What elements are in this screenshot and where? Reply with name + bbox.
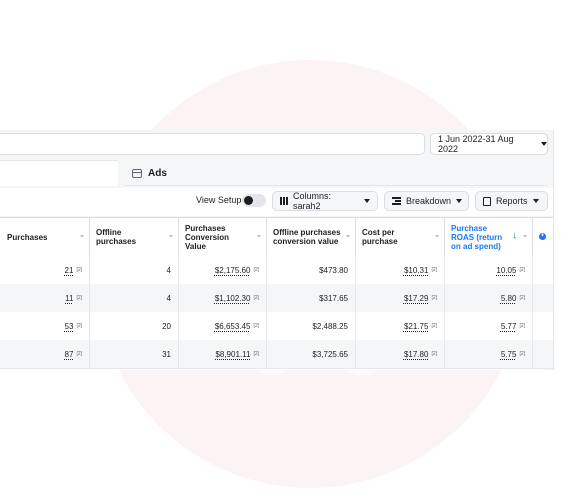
sort-icon	[523, 235, 527, 238]
cell-offline-purchases: 4	[166, 265, 171, 275]
tab-ad-sets[interactable]	[0, 160, 118, 186]
cell-offline-purchases: 20	[162, 321, 171, 331]
footnote-marker: [2]	[431, 323, 437, 329]
cell-roas: 5.75	[500, 349, 517, 359]
chevron-down-icon	[532, 199, 539, 203]
chevron-down-icon	[456, 199, 463, 203]
reports-label: Reports	[496, 196, 528, 206]
footnote-marker: [2]	[431, 295, 437, 301]
columns-button[interactable]: Columns: sarah2	[272, 191, 378, 211]
cell-offline-conversion-value: $2,488.25	[312, 321, 348, 331]
cell-offline-conversion-value: $317.65	[319, 293, 348, 303]
reports-button[interactable]: Reports	[475, 191, 548, 211]
header-offline-conversion-value-label: Offline purchases conversion value	[273, 228, 341, 246]
breakdown-icon	[392, 197, 401, 205]
sort-icon	[346, 235, 350, 238]
footnote-marker: [2]	[253, 323, 259, 329]
date-range-label: 1 Jun 2022-31 Aug 2022	[438, 134, 514, 154]
footnote-marker: [2]	[76, 295, 82, 301]
footnote-marker: [2]	[431, 351, 437, 357]
date-range-button[interactable]: 1 Jun 2022-31 Aug 2022	[430, 133, 548, 155]
header-purchases-label: Purchases	[7, 232, 48, 242]
header-roas[interactable]: Purchase ROAS (return on ad spend) ↓	[445, 218, 533, 256]
sort-descending-icon: ↓	[512, 230, 517, 241]
cell-conversion-value: $1,102.30	[214, 293, 251, 303]
footnote-marker: [2]	[253, 351, 259, 357]
search-filter-bar[interactable]	[0, 133, 425, 155]
breakdown-button[interactable]: Breakdown	[384, 191, 469, 211]
table-row[interactable]: 87 [2] 31 $8,901.11 [2] $3,725.65 $17.80 [2…	[0, 340, 553, 369]
results-table: Purchases Offline purchases Purchases Co…	[0, 217, 553, 370]
header-roas-label: Purchase ROAS (return on ad spend)	[451, 223, 503, 251]
tab-ads-label: Ads	[148, 168, 167, 179]
table-row[interactable]: 21 [2] 4 $2,175.60 [2] $473.80 $10.31 [2] 1…	[0, 256, 553, 285]
table-header: Purchases Offline purchases Purchases Co…	[0, 218, 553, 257]
cell-roas: 5.80	[500, 293, 517, 303]
columns-icon	[280, 197, 288, 205]
breakdown-label: Breakdown	[406, 196, 452, 206]
add-column-icon[interactable]: +	[539, 233, 546, 240]
footnote-marker: [2]	[253, 267, 259, 273]
cell-roas: 10.05	[496, 265, 517, 275]
chevron-down-icon	[364, 199, 370, 203]
cell-cost-per-purchase: $17.29	[403, 293, 429, 303]
cell-conversion-value: $6,653.45	[214, 321, 251, 331]
cell-offline-purchases: 4	[166, 293, 171, 303]
sort-icon	[257, 235, 261, 238]
header-cost-per-purchase[interactable]: Cost per purchase	[356, 218, 445, 256]
header-conversion-value-label: Purchases Conversion Value	[185, 223, 230, 251]
table-toolbar: View Setup Columns: sarah2 Breakdown Rep…	[0, 188, 553, 216]
cell-offline-purchases: 31	[162, 349, 171, 359]
cell-cost-per-purchase: $17.80	[403, 349, 429, 359]
sort-icon	[435, 235, 439, 238]
cell-conversion-value: $8,901.11	[215, 349, 251, 359]
top-bar: 1 Jun 2022-31 Aug 2022	[0, 130, 553, 158]
footnote-marker: [2]	[76, 323, 82, 329]
view-setup-label: View Setup	[196, 195, 242, 205]
columns-label: Columns: sarah2	[293, 191, 332, 211]
sort-icon	[80, 235, 84, 238]
cell-purchases: 87	[64, 349, 74, 359]
cell-offline-conversion-value: $3,725.65	[312, 349, 348, 359]
footnote-marker: [2]	[519, 267, 525, 273]
cell-cost-per-purchase: $21.75	[403, 321, 429, 331]
cell-cost-per-purchase: $10.31	[403, 265, 429, 275]
header-offline-conversion-value[interactable]: Offline purchases conversion value	[267, 218, 356, 256]
chevron-down-icon	[541, 142, 547, 146]
header-conversion-value[interactable]: Purchases Conversion Value	[179, 218, 267, 256]
header-purchases[interactable]: Purchases	[0, 218, 90, 256]
cell-purchases: 11	[65, 293, 74, 303]
header-offline-purchases-label: Offline purchases	[96, 228, 137, 246]
header-offline-purchases[interactable]: Offline purchases	[90, 218, 179, 256]
footnote-marker: [2]	[431, 267, 437, 273]
cell-offline-conversion-value: $473.80	[319, 265, 348, 275]
cell-roas: 5.77	[500, 321, 517, 331]
ads-manager-panel: 1 Jun 2022-31 Aug 2022 Ads View Setup Co…	[0, 130, 554, 370]
sort-icon	[169, 235, 173, 238]
footnote-marker: [2]	[519, 295, 525, 301]
footnote-marker: [2]	[253, 295, 259, 301]
footnote-marker: [2]	[76, 267, 82, 273]
cell-conversion-value: $2,175.60	[214, 265, 251, 275]
footnote-marker: [2]	[519, 351, 525, 357]
header-cost-per-purchase-label: Cost per purchase	[362, 228, 398, 246]
cell-purchases: 53	[64, 321, 74, 331]
view-setup-toggle[interactable]	[242, 194, 266, 207]
reports-icon	[483, 196, 491, 206]
table-row[interactable]: 11 [2] 4 $1,102.30 [2] $317.65 $17.29 [2] 5…	[0, 284, 553, 313]
footnote-marker: [2]	[519, 323, 525, 329]
footnote-marker: [2]	[76, 351, 82, 357]
cell-purchases: 21	[64, 265, 74, 275]
ads-icon	[132, 169, 142, 178]
tab-ads[interactable]: Ads	[124, 162, 548, 186]
table-row[interactable]: 53 [2] 20 $6,653.45 [2] $2,488.25 $21.75 [2…	[0, 312, 553, 341]
